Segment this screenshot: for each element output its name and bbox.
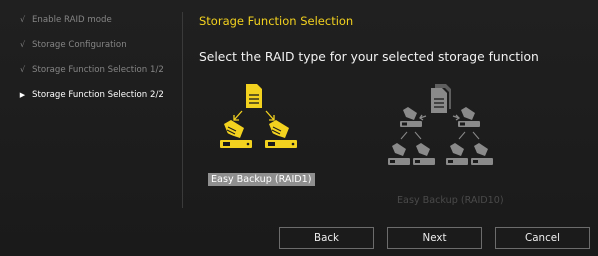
step-label: Enable RAID mode — [32, 15, 112, 25]
check-icon: √ — [19, 65, 26, 74]
check-icon: √ — [19, 15, 26, 24]
step-label: Storage Function Selection 2/2 — [32, 90, 164, 100]
step-storage-configuration: √ Storage Configuration — [18, 39, 178, 64]
raid1-option[interactable]: Easy Backup (RAID1) — [208, 84, 338, 206]
raid10-option[interactable]: Easy Backup (RAID10) — [383, 84, 513, 206]
sidebar-divider — [182, 12, 183, 208]
next-button[interactable]: Next — [387, 227, 482, 249]
raid10-option-label: Easy Backup (RAID10) — [397, 195, 504, 206]
wizard-steps-sidebar: √ Enable RAID mode √ Storage Configurati… — [18, 14, 178, 114]
step-label: Storage Configuration — [32, 40, 127, 50]
page-title: Storage Function Selection — [199, 14, 354, 28]
step-storage-function-1: √ Storage Function Selection 1/2 — [18, 64, 178, 89]
page-instruction: Select the RAID type for your selected s… — [199, 50, 539, 64]
cancel-button[interactable]: Cancel — [495, 227, 590, 249]
raid1-diagram-icon — [220, 84, 297, 148]
raid-wizard-window: √ Enable RAID mode √ Storage Configurati… — [0, 0, 598, 256]
raid1-option-label: Easy Backup (RAID1) — [208, 173, 315, 186]
back-button[interactable]: Back — [279, 227, 374, 249]
raid10-diagram-icon — [388, 84, 493, 165]
current-step-arrow-icon: ▶ — [19, 91, 26, 99]
step-label: Storage Function Selection 1/2 — [32, 65, 164, 75]
step-storage-function-2: ▶ Storage Function Selection 2/2 — [18, 89, 178, 114]
check-icon: √ — [19, 40, 26, 49]
step-enable-raid-mode: √ Enable RAID mode — [18, 14, 178, 39]
